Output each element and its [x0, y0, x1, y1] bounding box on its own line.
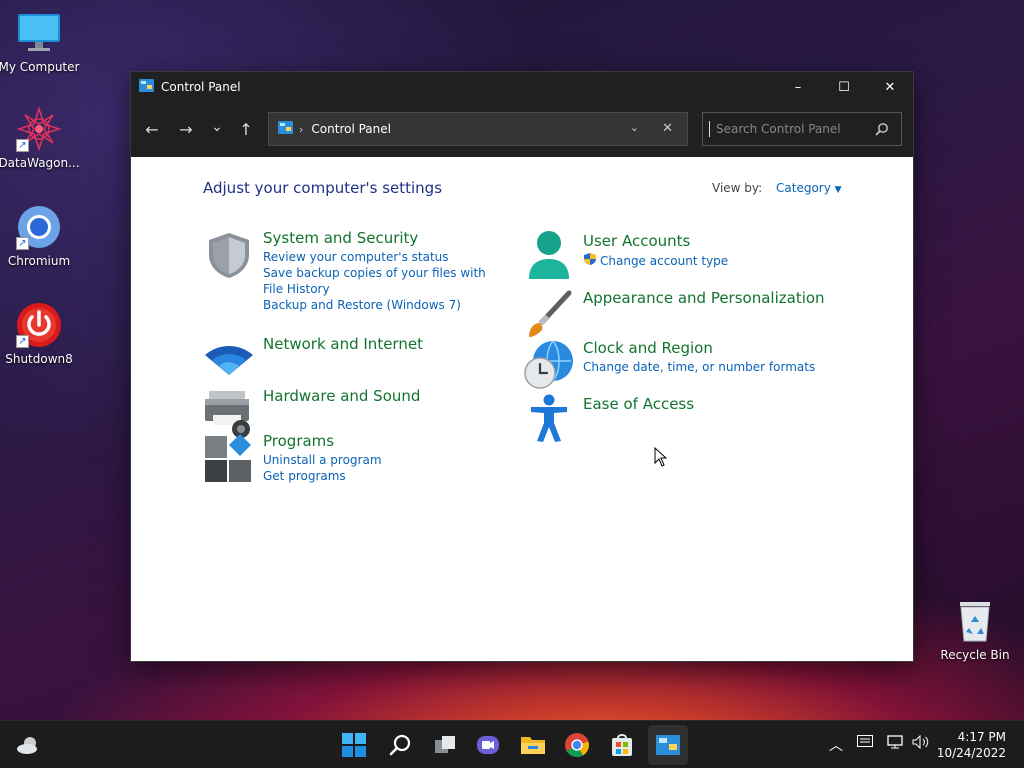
desktop-icon-recycle-bin[interactable]: Recycle Bin	[936, 598, 1014, 662]
category-clock-and-region: Clock and Region Change date, time, or n…	[523, 339, 815, 391]
weather-icon[interactable]	[14, 731, 42, 759]
control-panel-icon	[139, 79, 154, 95]
category-link[interactable]: Uninstall a program	[263, 452, 382, 468]
power-icon: ↗	[16, 302, 62, 348]
recent-locations-button[interactable]: ⌄	[202, 112, 232, 142]
accessibility-icon[interactable]	[523, 393, 575, 445]
category-link[interactable]: Get programs	[263, 468, 382, 484]
wifi-icon[interactable]	[203, 335, 255, 387]
control-panel-taskbar-icon[interactable]	[654, 731, 682, 759]
monitor-icon	[16, 10, 62, 56]
chromium-icon: ↗	[16, 204, 62, 250]
desktop-icon-label: DataWagon...	[0, 156, 80, 170]
desktop-icon-label: My Computer	[0, 60, 80, 74]
keyboard-icon[interactable]	[857, 735, 873, 751]
desktop-icon-datawagon[interactable]: ↗ DataWagon...	[0, 106, 80, 170]
task-view-icon[interactable]	[431, 731, 459, 759]
uac-shield-icon	[583, 252, 597, 269]
chevron-right-icon: ›	[299, 122, 304, 136]
clock-date: 10/24/2022	[936, 746, 1006, 760]
chat-icon[interactable]	[474, 731, 502, 759]
close-button[interactable]: ✕	[867, 72, 913, 102]
control-panel-window: Control Panel – ☐ ✕ ← → ⌄ ↑ › Control Pa…	[130, 71, 914, 662]
desktop-icon-label: Shutdown8	[5, 352, 73, 366]
category-title[interactable]: System and Security	[263, 229, 493, 247]
category-link[interactable]: Change account type	[600, 253, 728, 269]
mouse-cursor-icon	[654, 446, 668, 470]
control-panel-icon	[278, 121, 293, 137]
shortcut-arrow-icon: ↗	[16, 335, 29, 348]
category-link[interactable]: Change date, time, or number formats	[583, 359, 815, 375]
view-by-dropdown[interactable]: Category ▼	[776, 181, 842, 195]
navigation-bar: ← → ⌄ ↑ › Control Panel ⌄ ✕	[131, 102, 913, 157]
taskbar: ︿ 4:17 PM 10/24/2022	[0, 720, 1024, 768]
search-icon[interactable]	[386, 731, 414, 759]
category-title[interactable]: Clock and Region	[583, 339, 815, 357]
category-network-and-internet: Network and Internet	[203, 335, 423, 387]
category-link[interactable]: Save backup copies of your files with Fi…	[263, 265, 493, 297]
recycle-bin-icon	[952, 598, 998, 644]
search-input[interactable]	[709, 121, 874, 137]
view-by: View by: Category ▼	[712, 181, 842, 195]
desktop-icon-shutdown8[interactable]: ↗ Shutdown8	[0, 302, 78, 366]
network-icon[interactable]	[887, 735, 903, 753]
caret-down-icon: ▼	[834, 185, 842, 195]
clock-globe-icon[interactable]	[523, 339, 575, 391]
file-explorer-icon[interactable]	[519, 731, 547, 759]
programs-icon[interactable]	[203, 432, 255, 484]
page-title: Adjust your computer's settings	[203, 179, 443, 197]
category-title[interactable]: Appearance and Personalization	[583, 289, 825, 307]
clear-address-icon[interactable]: ✕	[662, 121, 673, 136]
minimize-button[interactable]: –	[775, 72, 821, 102]
desktop-icon-label: Chromium	[7, 254, 71, 268]
category-title[interactable]: Ease of Access	[583, 395, 694, 413]
address-bar[interactable]: › Control Panel ⌄ ✕	[268, 112, 688, 146]
category-title[interactable]: Programs	[263, 432, 382, 450]
search-icon[interactable]	[875, 122, 889, 136]
category-ease-of-access: Ease of Access	[523, 393, 694, 445]
back-button[interactable]: ←	[137, 114, 167, 144]
up-button[interactable]: ↑	[231, 114, 261, 144]
category-link[interactable]: Backup and Restore (Windows 7)	[263, 297, 493, 313]
category-title[interactable]: User Accounts	[583, 232, 728, 250]
breadcrumb-control-panel[interactable]: Control Panel	[311, 122, 391, 136]
chevron-down-icon[interactable]: ⌄	[630, 121, 639, 134]
shield-icon[interactable]	[203, 229, 255, 281]
maximize-button[interactable]: ☐	[821, 72, 867, 102]
title-bar[interactable]: Control Panel – ☐ ✕	[131, 72, 913, 102]
chevron-up-icon[interactable]: ︿	[829, 735, 843, 755]
start-windows-icon[interactable]	[340, 731, 368, 759]
category-programs: Programs Uninstall a program Get program…	[203, 432, 382, 484]
desktop-icon-label: Recycle Bin	[940, 648, 1010, 662]
search-box[interactable]	[702, 112, 902, 146]
system-clock[interactable]: 4:17 PM 10/24/2022	[937, 729, 1006, 761]
datawagon-logo-icon: ↗	[16, 106, 62, 152]
shortcut-arrow-icon: ↗	[16, 139, 29, 152]
category-title[interactable]: Hardware and Sound	[263, 387, 420, 405]
category-link[interactable]: Review your computer's status	[263, 249, 493, 265]
shortcut-arrow-icon: ↗	[16, 237, 29, 250]
view-by-label: View by:	[712, 181, 763, 195]
volume-icon[interactable]	[912, 734, 930, 753]
window-title: Control Panel	[161, 80, 241, 94]
store-icon[interactable]	[608, 731, 636, 759]
paintbrush-icon[interactable]	[523, 289, 575, 341]
user-icon[interactable]	[523, 229, 575, 281]
category-system-and-security: System and Security Review your computer…	[203, 229, 493, 313]
chrome-icon[interactable]	[563, 731, 591, 759]
category-user-accounts: User Accounts Change account type	[523, 229, 728, 281]
clock-time: 4:17 PM	[957, 730, 1006, 744]
desktop-icon-chromium[interactable]: ↗ Chromium	[0, 204, 78, 268]
control-panel-content: Adjust your computer's settings View by:…	[131, 157, 913, 661]
category-title[interactable]: Network and Internet	[263, 335, 423, 353]
category-appearance-and-personalization: Appearance and Personalization	[523, 289, 825, 341]
forward-button[interactable]: →	[171, 114, 201, 144]
desktop-icon-my-computer[interactable]: My Computer	[0, 10, 80, 74]
